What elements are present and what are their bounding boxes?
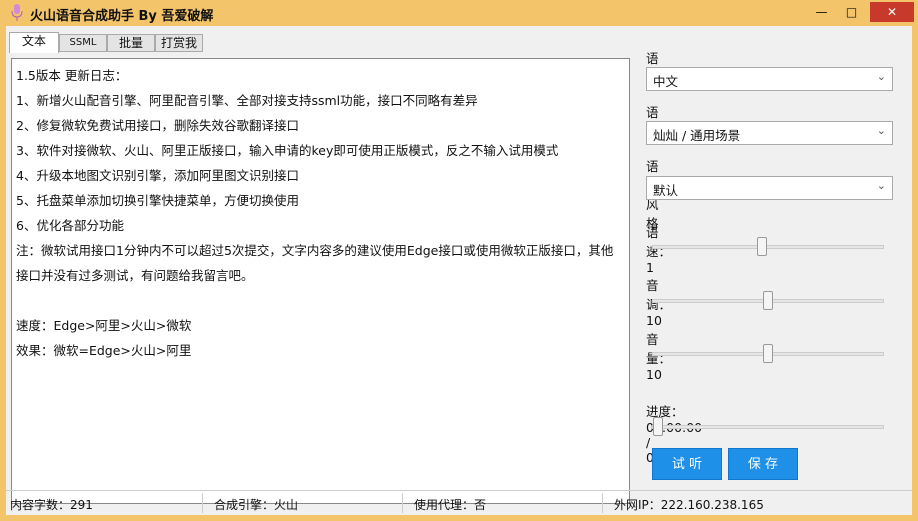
slider-thumb[interactable] [763, 344, 773, 363]
save-button[interactable]: 保 存 [728, 448, 798, 480]
close-button[interactable]: ✕ [870, 2, 914, 22]
microphone-icon [11, 4, 23, 21]
slider-thumb[interactable] [757, 237, 767, 256]
volume-slider[interactable] [652, 344, 884, 363]
style-value: 默认 [653, 183, 679, 198]
tab-ssml[interactable]: SSML [59, 34, 107, 52]
language-select[interactable]: 中文 ⌄ [646, 67, 893, 91]
text-editor[interactable]: 1.5版本 更新日志： 1、新增火山配音引擎、阿里配音引擎、全部对接支持ssml… [11, 58, 630, 504]
window-title: 火山语音合成助手 By 吾爱破解 [30, 9, 214, 24]
divider [202, 493, 203, 513]
title-bar: 火山语音合成助手 By 吾爱破解 — □ ✕ [0, 0, 918, 26]
tab-batch[interactable]: 批量 [107, 34, 155, 52]
maximize-button[interactable]: □ [838, 2, 865, 22]
voice-select[interactable]: 灿灿 / 通用场景 ⌄ [646, 121, 893, 145]
chevron-down-icon: ⌄ [876, 124, 886, 137]
style-select[interactable]: 默认 ⌄ [646, 176, 893, 200]
language-value: 中文 [653, 74, 679, 89]
minimize-button[interactable]: — [808, 2, 835, 22]
engine-status: 合成引擎：火山 [214, 498, 299, 512]
tab-text[interactable]: 文本 [9, 32, 59, 53]
slider-thumb[interactable] [653, 417, 663, 436]
ip-status: 外网IP：222.160.238.165 [614, 498, 764, 512]
listen-button[interactable]: 试 听 [652, 448, 722, 480]
chevron-down-icon: ⌄ [876, 179, 886, 192]
status-bar: 内容字数：291 合成引擎：火山 使用代理：否 外网IP：222.160.238… [6, 490, 912, 515]
char-count: 内容字数：291 [10, 498, 93, 512]
voice-value: 灿灿 / 通用场景 [653, 128, 741, 143]
divider [602, 493, 603, 513]
main-window: 文本 SSML 批量 打赏我 1.5版本 更新日志： 1、新增火山配音引擎、阿里… [6, 26, 912, 515]
pitch-slider[interactable] [652, 291, 884, 310]
proxy-status: 使用代理：否 [414, 498, 487, 512]
speed-slider[interactable] [652, 237, 884, 256]
progress-slider[interactable] [652, 417, 884, 436]
tab-donate[interactable]: 打赏我 [155, 34, 203, 52]
chevron-down-icon: ⌄ [876, 70, 886, 83]
slider-thumb[interactable] [763, 291, 773, 310]
divider [402, 493, 403, 513]
